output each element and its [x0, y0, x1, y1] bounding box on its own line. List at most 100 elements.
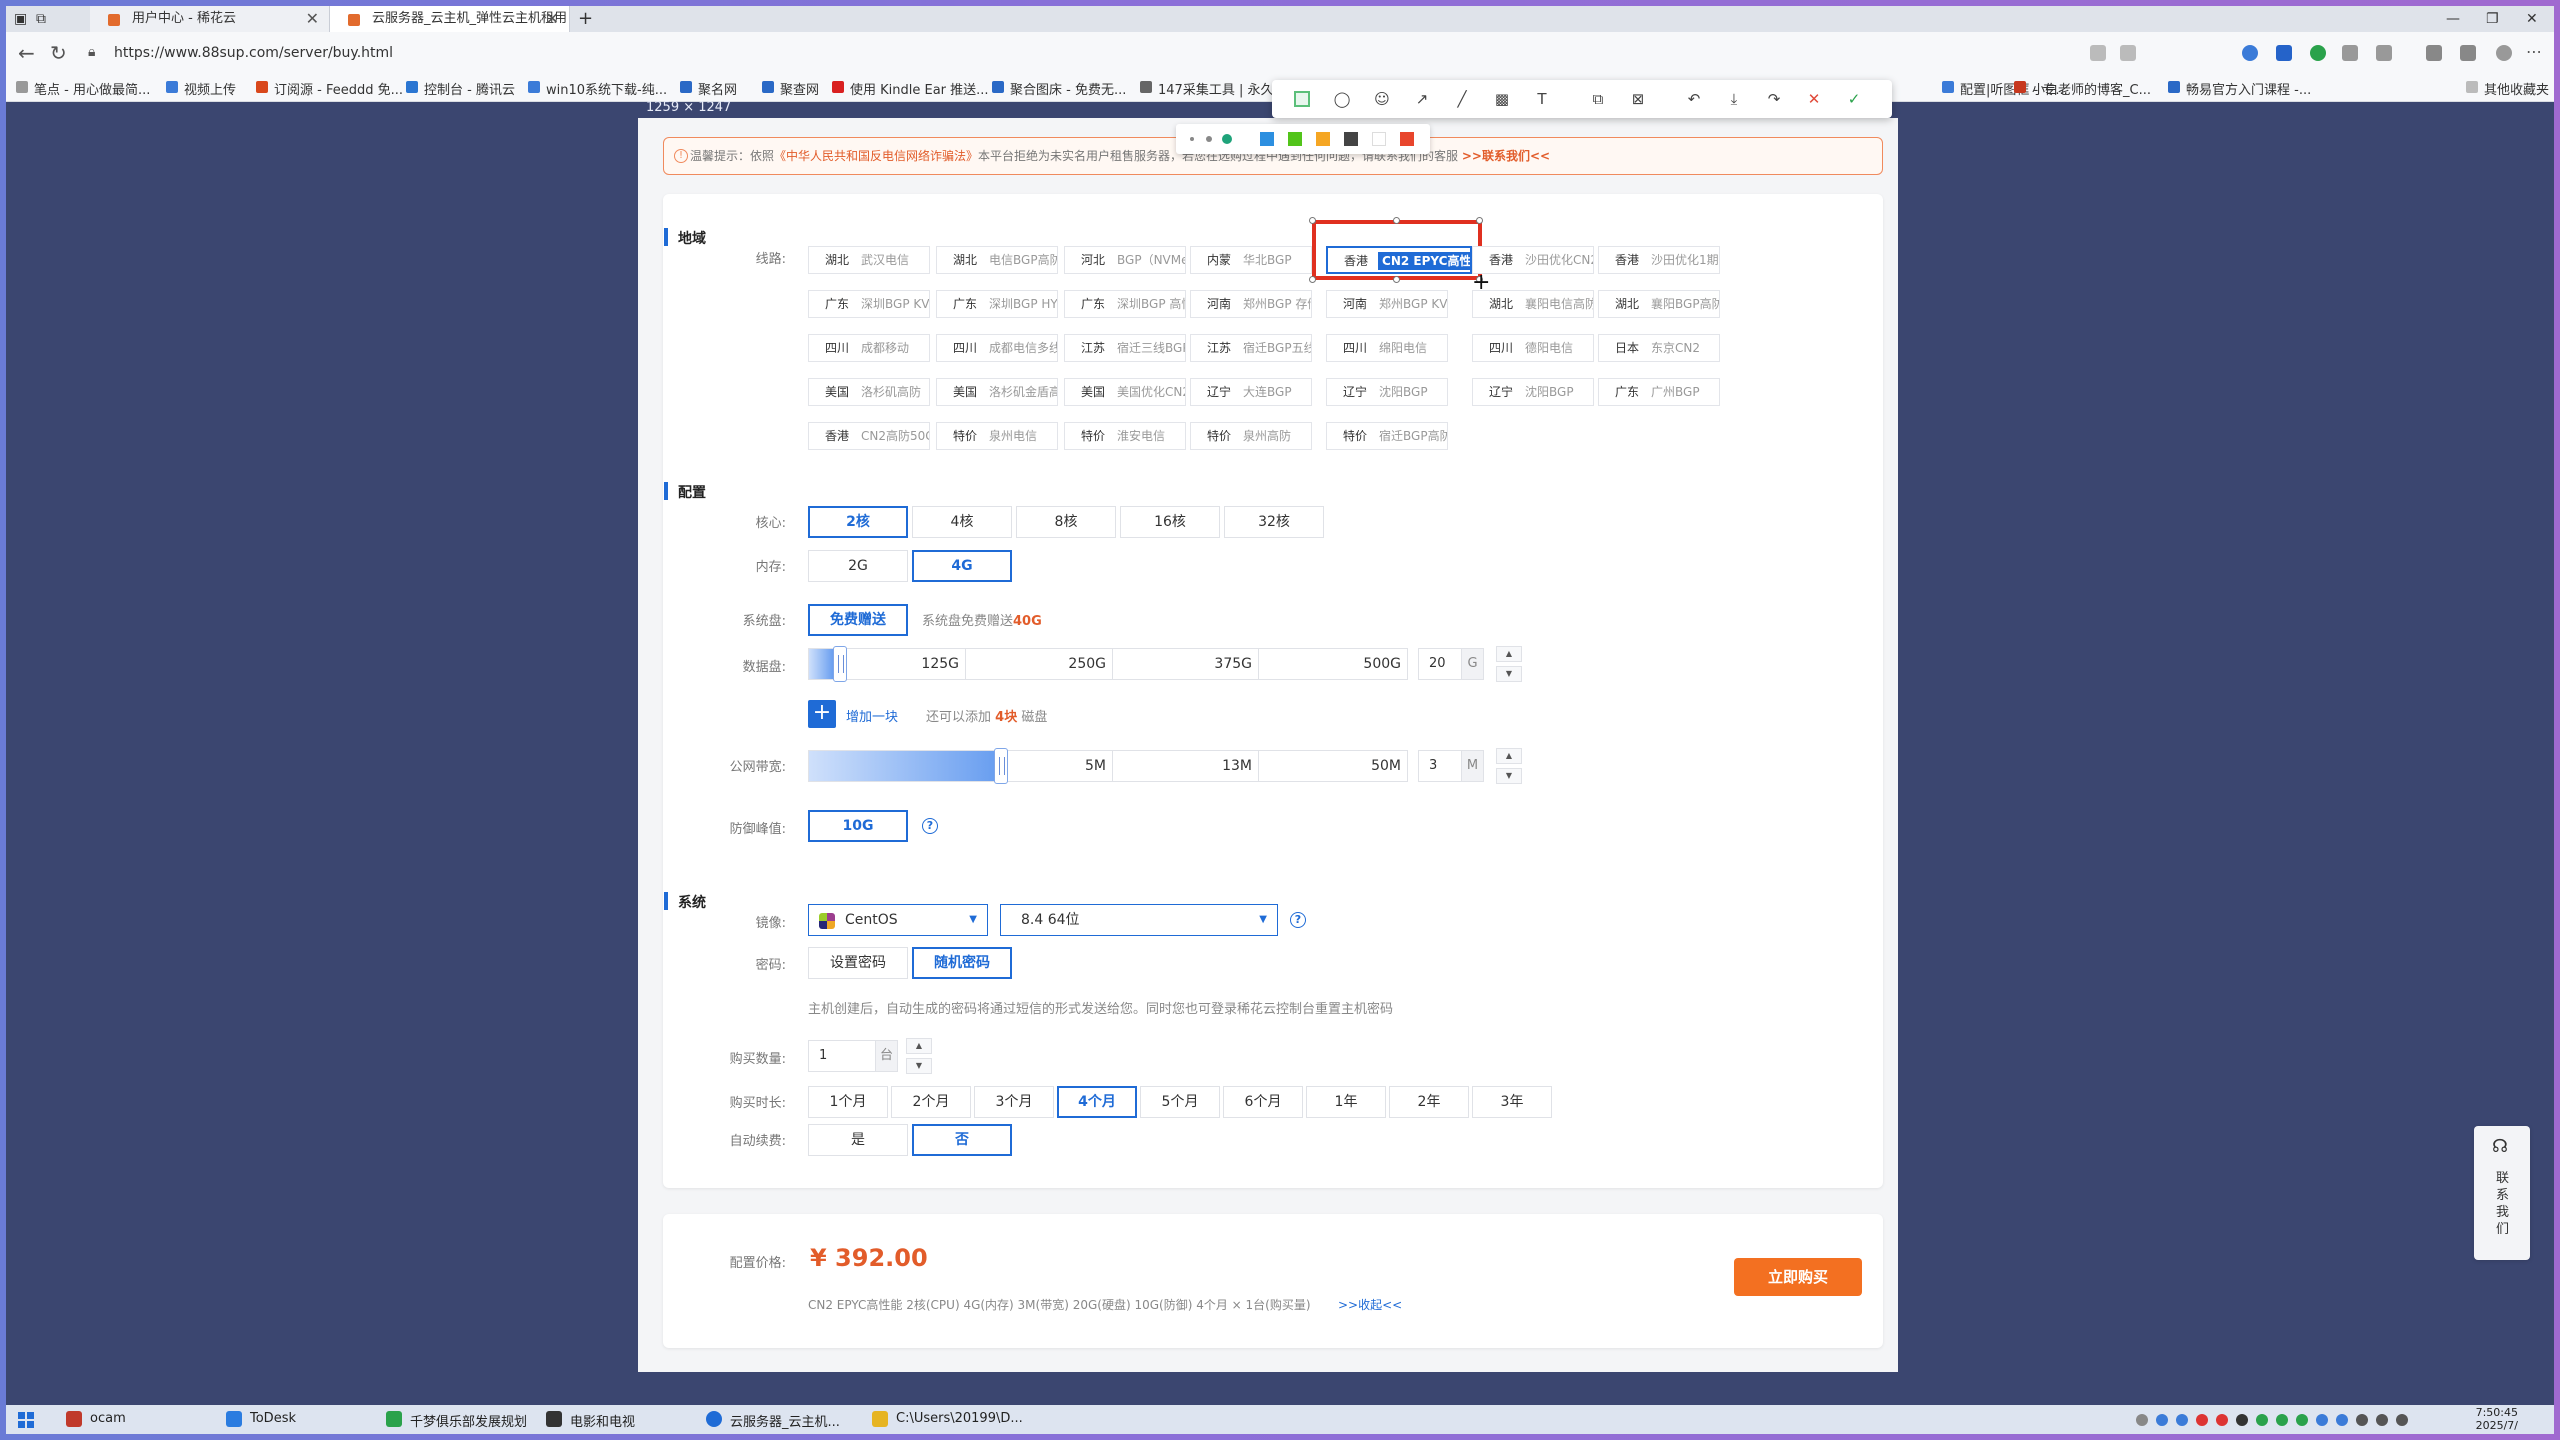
- taskbar-item[interactable]: ToDesk: [226, 1411, 296, 1427]
- favorite-star-icon[interactable]: [2120, 45, 2136, 61]
- bookmark-item[interactable]: 控制台 - 腾讯云: [406, 79, 515, 98]
- tab-user-center[interactable]: 用户中心 - 稀花云 ✕: [90, 6, 330, 32]
- duration-option[interactable]: 4个月: [1057, 1086, 1137, 1118]
- bookmark-item[interactable]: 147采集工具 | 永久...: [1140, 79, 1286, 98]
- tray-app-icon[interactable]: [2196, 1414, 2208, 1426]
- region-option[interactable]: 辽宁 沈阳BGP: [1326, 378, 1448, 406]
- taskbar-item[interactable]: ocam: [66, 1411, 126, 1427]
- extension-icon[interactable]: [2242, 45, 2258, 61]
- resize-handle[interactable]: [1393, 276, 1400, 283]
- taskbar-item[interactable]: 云服务器_云主机...: [706, 1411, 840, 1430]
- region-option[interactable]: 江苏 宿迁BGP五线: [1190, 334, 1312, 362]
- bandwidth-input[interactable]: 3M: [1418, 750, 1484, 782]
- region-option[interactable]: 广东深圳BGP KVM: [808, 290, 930, 318]
- bookmark-item[interactable]: 聚合图床 - 免费无...: [992, 79, 1126, 98]
- region-option[interactable]: 湖北 武汉电信: [808, 246, 930, 274]
- region-option[interactable]: 香港 沙田优化CN2: [1472, 246, 1594, 274]
- new-tab-icon[interactable]: +: [578, 6, 593, 32]
- bookmark-item[interactable]: win10系统下载-纯...: [528, 79, 667, 98]
- undo-icon[interactable]: ↶: [1684, 89, 1704, 109]
- pin-tool-icon[interactable]: ⧉: [1588, 89, 1608, 109]
- color-swatch[interactable]: [1260, 132, 1274, 146]
- duration-option[interactable]: 5个月: [1140, 1086, 1220, 1118]
- spin-up-icon[interactable]: ▲: [906, 1038, 932, 1054]
- bookmark-item[interactable]: 笔点 - 用心做最简...: [16, 79, 150, 98]
- taskbar-item[interactable]: 千梦俱乐部发展规划: [386, 1411, 527, 1430]
- tray-app-icon[interactable]: [2296, 1414, 2308, 1426]
- duration-option[interactable]: 3年: [1472, 1086, 1552, 1118]
- memory-option[interactable]: 4G: [912, 550, 1012, 582]
- tab-actions-icon[interactable]: ⧉: [36, 6, 46, 32]
- stroke-large-icon[interactable]: [1222, 134, 1232, 144]
- mosaic-tool-icon[interactable]: ▩: [1492, 89, 1512, 109]
- emoji-tool-icon[interactable]: ☺: [1372, 89, 1392, 109]
- arrow-tool-icon[interactable]: ↗: [1412, 89, 1432, 109]
- region-option[interactable]: 美国洛杉矶金盾高防: [936, 378, 1058, 406]
- taskbar-item[interactable]: 电影和电视: [546, 1411, 635, 1430]
- spin-down-icon[interactable]: ▼: [1496, 666, 1522, 682]
- quantity-input[interactable]: 1台: [808, 1040, 898, 1072]
- region-option[interactable]: 四川 德阳电信: [1472, 334, 1594, 362]
- rectangle-tool-icon[interactable]: [1294, 91, 1310, 107]
- bookmark-item[interactable]: 小白老师的博客_C...: [2014, 79, 2151, 98]
- extensions-puzzle-icon[interactable]: [2460, 45, 2476, 61]
- region-option[interactable]: 美国 洛杉矶高防: [808, 378, 930, 406]
- region-option[interactable]: 江苏 宿迁三线BGP: [1064, 334, 1186, 362]
- cpu-option[interactable]: 8核: [1016, 506, 1116, 538]
- add-disk-button[interactable]: 增加一块: [846, 706, 898, 725]
- spin-down-icon[interactable]: ▼: [906, 1058, 932, 1074]
- bookmark-item[interactable]: 使用 Kindle Ear 推送...: [832, 79, 989, 98]
- cpu-option[interactable]: 16核: [1120, 506, 1220, 538]
- extension-icon[interactable]: [2310, 45, 2326, 61]
- bandwidth-slider[interactable]: 5M 13M 50M: [808, 748, 1408, 784]
- add-disk-icon[interactable]: +: [808, 700, 836, 728]
- region-option[interactable]: 广东 深圳BGP HY: [936, 290, 1058, 318]
- collections-icon[interactable]: [2376, 45, 2392, 61]
- minimize-icon[interactable]: —: [2446, 6, 2460, 32]
- random-password-button[interactable]: 随机密码: [912, 947, 1012, 979]
- ellipse-tool-icon[interactable]: ◯: [1332, 89, 1352, 109]
- region-option[interactable]: 香港 沙田优化1期: [1598, 246, 1720, 274]
- confirm-check-icon[interactable]: ✓: [1844, 89, 1864, 109]
- region-option[interactable]: 湖北 电信BGP高防: [936, 246, 1058, 274]
- stroke-small-icon[interactable]: [1190, 137, 1194, 141]
- close-tab-icon[interactable]: ✕: [546, 6, 559, 32]
- tray-app-icon[interactable]: [2176, 1414, 2188, 1426]
- tray-app-icon[interactable]: [2316, 1414, 2328, 1426]
- region-option[interactable]: 河北 BGP（NVMe超: [1064, 246, 1186, 274]
- contact-us-widget[interactable]: ☊ 联系我们: [2474, 1126, 2530, 1260]
- contact-us-link[interactable]: >>联系我们<<: [1462, 149, 1550, 163]
- close-tab-icon[interactable]: ✕: [306, 6, 319, 32]
- bookmark-item[interactable]: 畅易官方入门课程 -...: [2168, 79, 2311, 98]
- tray-app-icon[interactable]: [2216, 1414, 2228, 1426]
- region-option[interactable]: 特价 泉州电信: [936, 422, 1058, 450]
- close-window-icon[interactable]: ✕: [2526, 6, 2538, 32]
- spin-up-icon[interactable]: ▲: [1496, 748, 1522, 764]
- os-select[interactable]: CentOS ▼: [808, 904, 988, 936]
- spin-up-icon[interactable]: ▲: [1496, 646, 1522, 662]
- bookmark-item[interactable]: 视频上传: [166, 79, 236, 98]
- bookmark-item[interactable]: 聚名网: [680, 79, 737, 98]
- color-swatch[interactable]: [1344, 132, 1358, 146]
- tray-app-icon[interactable]: [2236, 1414, 2248, 1426]
- region-option[interactable]: 河南郑州BGP KVM: [1326, 290, 1448, 318]
- tray-app-icon[interactable]: [2356, 1414, 2368, 1426]
- region-option[interactable]: 辽宁 沈阳BGP: [1472, 378, 1594, 406]
- refresh-icon[interactable]: ↻: [50, 41, 67, 65]
- region-option[interactable]: 辽宁 大连BGP: [1190, 378, 1312, 406]
- tray-app-icon[interactable]: [2156, 1414, 2168, 1426]
- maximize-icon[interactable]: ❐: [2486, 6, 2499, 32]
- resize-handle[interactable]: [1309, 276, 1316, 283]
- resize-handle[interactable]: [1393, 217, 1400, 224]
- region-option[interactable]: 河南 郑州BGP 存储: [1190, 290, 1312, 318]
- cpu-option[interactable]: 4核: [912, 506, 1012, 538]
- duration-option[interactable]: 6个月: [1223, 1086, 1303, 1118]
- duration-option[interactable]: 1个月: [808, 1086, 888, 1118]
- region-option[interactable]: 四川 绵阳电信: [1326, 334, 1448, 362]
- duration-option[interactable]: 3个月: [974, 1086, 1054, 1118]
- tray-app-icon[interactable]: [2336, 1414, 2348, 1426]
- slider-handle[interactable]: [833, 646, 847, 682]
- stroke-medium-icon[interactable]: [1206, 136, 1212, 142]
- extension-icon[interactable]: [2276, 45, 2292, 61]
- settings-gear-icon[interactable]: [2342, 45, 2358, 61]
